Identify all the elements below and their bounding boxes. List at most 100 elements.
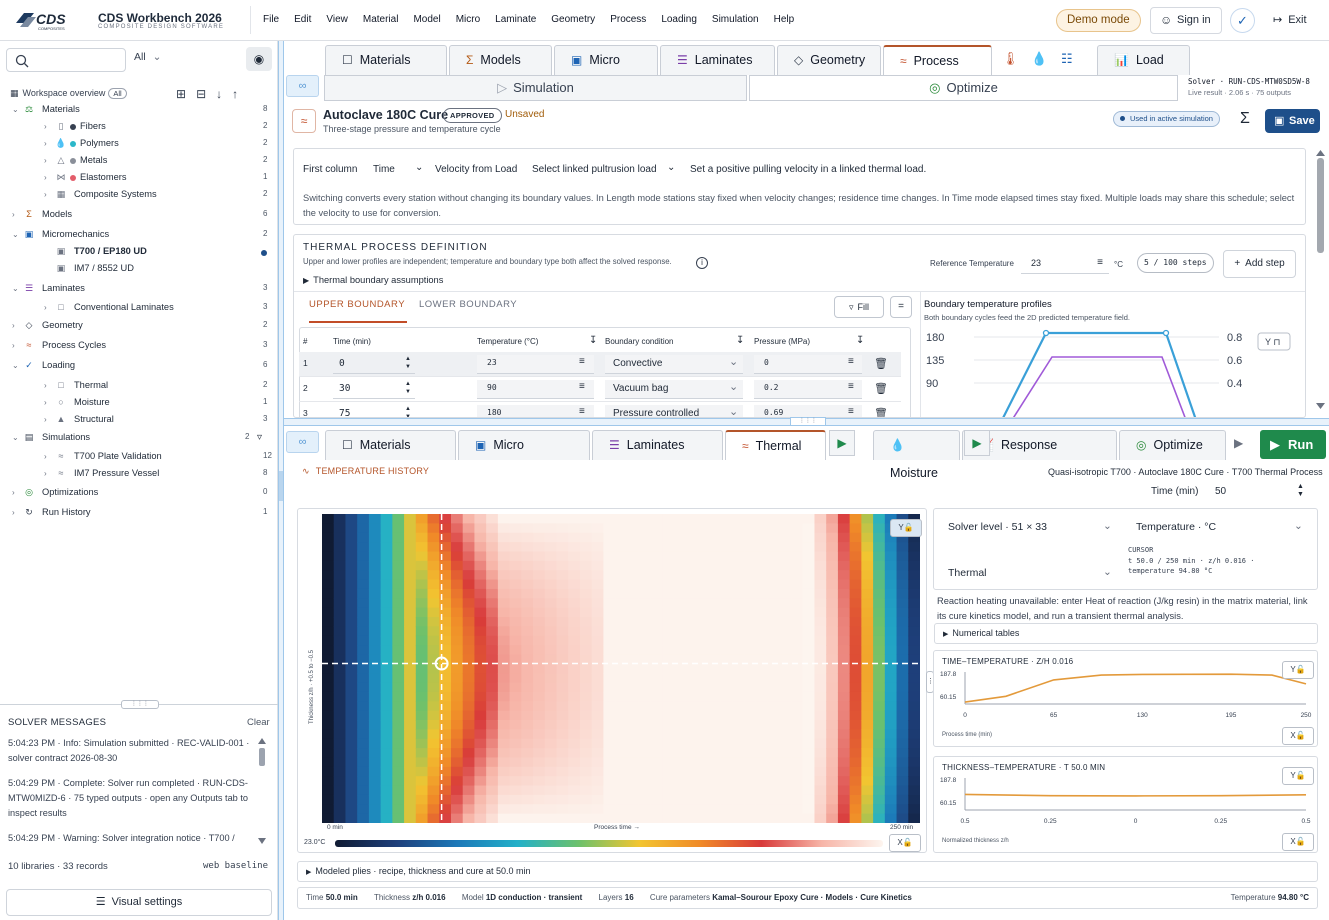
time-input[interactable]: 50 ▲ ▼ — [1215, 483, 1307, 499]
chevron-right-icon[interactable]: › — [12, 321, 22, 330]
stepper-icon[interactable]: ▲ ▼ — [405, 405, 411, 417]
sliders-icon[interactable]: ≡ — [848, 356, 854, 367]
temperature-heatmap[interactable] — [322, 514, 920, 823]
menu-item[interactable]: View — [326, 14, 348, 25]
tree-item[interactable]: › ▲ Structural 3 — [44, 414, 278, 431]
tree-item[interactable]: ▣ IM7 / 8552 UD — [44, 263, 278, 280]
velocity-select[interactable]: Select linked pultrusion load ⌄ — [532, 162, 678, 175]
chevron-down-icon[interactable]: ⌄ — [12, 361, 22, 370]
time-input[interactable]: 30 ▲ ▼ — [333, 380, 415, 399]
temperature-input[interactable]: 23 ≡ — [477, 355, 594, 374]
menu-item[interactable]: Material — [363, 14, 399, 25]
run-moisture-button[interactable]: ▶ — [964, 430, 990, 456]
fill-down-icon[interactable]: ↧ — [856, 335, 864, 346]
stepper-icon[interactable]: ▲ ▼ — [1297, 483, 1304, 499]
search-input[interactable] — [6, 48, 126, 72]
link-icon[interactable]: ∞ — [286, 75, 319, 97]
lock-button[interactable]: Y🔓 — [1282, 661, 1314, 679]
fill-down-icon[interactable]: ↧ — [589, 335, 597, 346]
stepper-icon[interactable]: ▲ ▼ — [405, 380, 411, 396]
chevron-right-icon[interactable]: › — [12, 341, 22, 350]
chevron-down-icon[interactable]: ⌄ — [12, 105, 22, 114]
time-temperature-chart[interactable]: 187.860.150 65 130 195 250Process time (min) — [934, 661, 1319, 746]
lock-button[interactable]: Y🔓 — [890, 519, 922, 537]
chevron-down-icon[interactable]: ⌄ — [12, 284, 22, 293]
play-icon[interactable]: ▶ — [1234, 436, 1243, 450]
filter-select[interactable]: All ⌄ — [134, 51, 161, 63]
sort-down-icon[interactable]: ↓ — [216, 87, 232, 101]
chevron-right-icon[interactable]: › — [44, 452, 54, 461]
chevron-right-icon[interactable]: › — [44, 381, 54, 390]
run-thermal-button[interactable]: ▶ — [829, 430, 855, 456]
thermometer-icon[interactable]: 🌡 — [1002, 51, 1019, 67]
sliders-icon[interactable]: ≡ — [579, 406, 585, 417]
sliders-icon[interactable]: ≡ — [1097, 252, 1103, 274]
run-button[interactable]: ▶ Run — [1260, 430, 1326, 459]
fill-button[interactable]: ▿ Fill — [834, 296, 884, 318]
profile-point[interactable] — [1042, 329, 1050, 337]
boundary-condition-select[interactable]: Vacuum bag ⌄ — [605, 380, 743, 399]
tree-item[interactable]: › □ Conventional Laminates 3 — [44, 302, 278, 319]
messages-scrollbar[interactable] — [258, 738, 266, 848]
info-icon[interactable]: i — [696, 257, 708, 269]
upper-scrollbar[interactable] — [1315, 150, 1326, 412]
reference-temperature-input[interactable]: 23 ≡ — [1021, 252, 1109, 274]
menu-item[interactable]: Simulation — [712, 14, 759, 25]
tab-optimize[interactable]: ◎ Optimize — [1119, 430, 1226, 460]
moisture-icon[interactable]: 💧 — [1031, 51, 1047, 67]
tree-item[interactable]: › △ Metals 2 — [44, 155, 278, 172]
tree-item[interactable]: › ▯ Fibers 2 — [44, 121, 278, 138]
expand-icon[interactable]: ⊞ — [176, 87, 196, 101]
time-input[interactable]: 0 ▲ ▼ — [333, 355, 415, 374]
trash-icon[interactable]: 🗑 — [874, 382, 888, 395]
physics-select[interactable]: Thermal ⌄ — [948, 566, 1113, 579]
tree-item[interactable]: › ○ Moisture 1 — [44, 397, 278, 414]
tree-item[interactable]: › ≈ IM7 Pressure Vessel 8 — [44, 468, 278, 485]
quantity-select[interactable]: Temperature · °C ⌄ — [1136, 520, 1308, 533]
tree-item[interactable]: › 💧 Polymers 2 — [44, 138, 278, 155]
tree-item[interactable]: › Σ Models 6 — [12, 209, 278, 226]
tree-item[interactable]: ⌄ ▤ Simulations ▿ 2 — [12, 432, 278, 449]
clear-messages-button[interactable]: Clear — [247, 717, 270, 728]
tree-toolbar[interactable]: ⊞⊟↓↑ — [176, 87, 248, 101]
tree-item[interactable]: ▣ T700 / EP180 UD — [44, 246, 278, 263]
tree-item[interactable]: › ▦ Composite Systems 2 — [44, 189, 278, 206]
sliders-icon[interactable]: ≡ — [848, 406, 854, 417]
tree-item[interactable]: › ≈ T700 Plate Validation 12 — [44, 451, 278, 468]
temperature-input[interactable]: 90 ≡ — [477, 380, 594, 399]
menu-item[interactable]: Loading — [661, 14, 697, 25]
chevron-right-icon[interactable]: › — [12, 488, 22, 497]
tree-item[interactable]: ⌄ ☰ Laminates 3 — [12, 283, 278, 300]
tree-item[interactable]: › □ Thermal 2 — [44, 380, 278, 397]
tab-materials[interactable]: ☐ Materials — [325, 430, 456, 460]
resize-handle[interactable]: ⋮⋮⋮ — [121, 700, 159, 709]
tab-process[interactable]: ≈ Process — [883, 45, 992, 75]
chevron-right-icon[interactable]: › — [44, 139, 54, 148]
tab-geometry[interactable]: ◇ Geometry — [777, 45, 881, 75]
vertical-splitter[interactable] — [278, 41, 284, 920]
lock-button[interactable]: X🔓 — [1282, 833, 1314, 851]
filter-icon[interactable]: ▿ — [257, 432, 262, 443]
tab-load[interactable]: 📊 Load — [1097, 45, 1190, 75]
stepper-icon[interactable]: ▲ ▼ — [405, 355, 411, 371]
tree-item[interactable]: ⌄ ⚖ Materials 8 — [12, 104, 278, 121]
chevron-right-icon[interactable]: › — [44, 415, 54, 424]
tab-moisture[interactable]: 💧Moisture — [873, 430, 960, 480]
chevron-right-icon[interactable]: › — [12, 210, 22, 219]
eye-icon[interactable]: ◉ — [246, 47, 272, 71]
tab-models[interactable]: Σ Models — [449, 45, 552, 75]
menu-item[interactable]: Model — [413, 14, 440, 25]
tree-item[interactable]: › ⋈ Elastomers 1 — [44, 172, 278, 189]
pressure-input[interactable]: 0.2 ≡ — [754, 380, 862, 399]
numerical-tables-toggle[interactable]: ▶ Numerical tables — [934, 623, 1318, 644]
tab-upper-boundary[interactable]: UPPER BOUNDARY — [309, 299, 407, 323]
chevron-right-icon[interactable]: › — [44, 190, 54, 199]
sort-up-icon[interactable]: ↑ — [232, 87, 248, 101]
tree-item[interactable]: › ≈ Process Cycles 3 — [12, 340, 278, 357]
structure-icon[interactable]: ☷ — [1061, 51, 1073, 67]
chevron-right-icon[interactable]: › — [44, 173, 54, 182]
chevron-right-icon[interactable]: › — [12, 508, 22, 517]
tree-item[interactable]: ⌄ ▣ Micromechanics 2 — [12, 229, 278, 246]
trash-icon[interactable]: 🗑 — [874, 357, 888, 370]
menu-item[interactable]: Laminate — [495, 14, 536, 25]
